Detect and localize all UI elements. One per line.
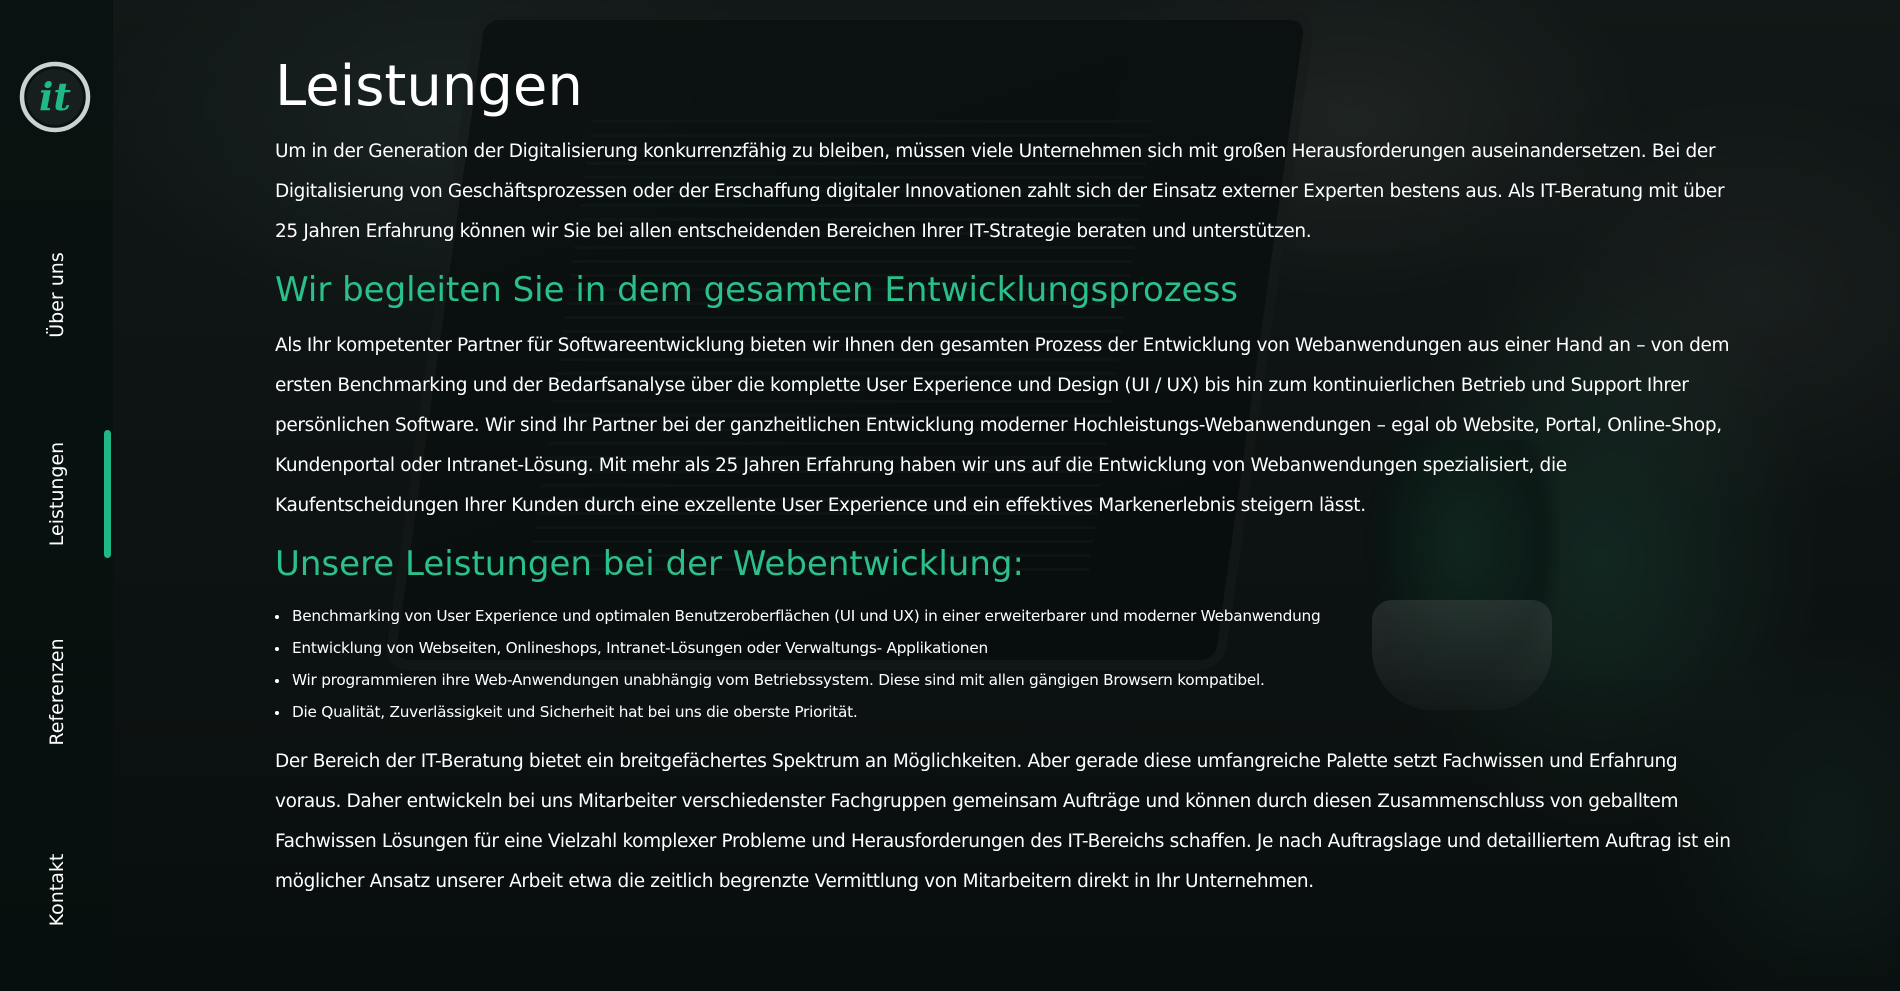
nav-item-referenzen[interactable]: Referenzen	[46, 638, 68, 745]
section-heading-development-process: Wir begleiten Sie in dem gesamten Entwic…	[275, 270, 1239, 310]
main-content: Leistungen Um in der Generation der Digi…	[275, 52, 1745, 902]
nav-item-kontakt[interactable]: Kontakt	[46, 854, 68, 927]
list-item: Die Qualität, Zuverlässigkeit und Sicher…	[290, 696, 1745, 728]
list-item: Entwicklung von Webseiten, Onlineshops, …	[290, 632, 1745, 664]
list-item: Benchmarking von User Experience und opt…	[290, 600, 1745, 632]
logo-text: it	[39, 74, 71, 119]
services-list: Benchmarking von User Experience und opt…	[275, 600, 1745, 728]
closing-paragraph: Der Bereich der IT-Beratung bietet ein b…	[275, 751, 1731, 892]
development-process-paragraph: Als Ihr kompetenter Partner für Software…	[275, 335, 1730, 516]
nav-item-leistungen[interactable]: Leistungen	[46, 442, 68, 546]
logo-icon[interactable]: it	[19, 61, 91, 133]
page: it Über uns Leistungen Referenzen Kontak…	[0, 0, 1900, 991]
page-title: Leistungen	[275, 54, 583, 119]
intro-paragraph: Um in der Generation der Digitalisierung…	[275, 141, 1725, 242]
logo-graphic: it	[19, 61, 91, 133]
section-heading-services: Unsere Leistungen bei der Webentwicklung…	[275, 544, 1024, 584]
sidebar: it Über uns Leistungen Referenzen Kontak…	[0, 0, 113, 991]
list-item: Wir programmieren ihre Web-Anwendungen u…	[290, 664, 1745, 696]
nav-active-indicator	[104, 430, 111, 558]
nav-item-ueber-uns[interactable]: Über uns	[46, 252, 68, 338]
